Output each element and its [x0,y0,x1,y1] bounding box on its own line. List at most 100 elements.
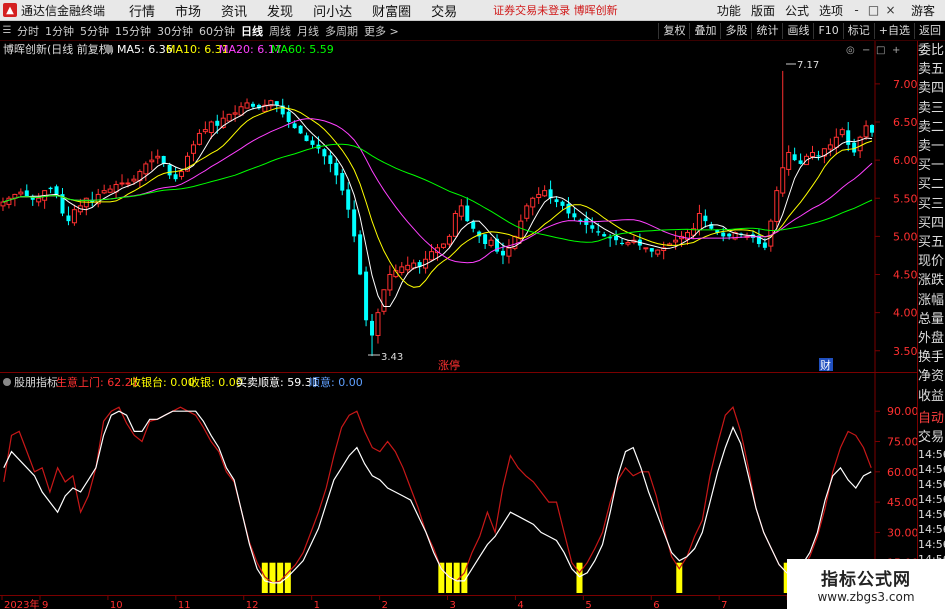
date-label: 2 [382,600,388,609]
login-promo-link[interactable]: 证券交易未登录 博晖创新 [493,2,618,18]
indicator-value-5: 顺意: 0.00 [309,375,363,389]
candle-body [590,225,595,229]
quote-field-list: 委比 卖五 卖四 卖三 卖二 卖一 买一 买二 买三 买四 买五 现价 涨跌 涨幅 总量 外盘 换手 净资 收益 [918,41,945,406]
menu-gongshi[interactable]: 公式 [780,2,814,19]
site-watermark: 指标公式网 www.zbgs3.com [787,559,945,609]
period-multi[interactable]: 多周期 [322,23,361,39]
limit-up-tag[interactable]: 涨停 [438,358,460,372]
expand-icon[interactable]: □ [876,45,885,56]
quote-field: 收益 [918,388,945,404]
menu-banmian[interactable]: 版面 [746,2,780,19]
y-tick-label: 5.50 [893,192,917,205]
guest-login-button[interactable]: 游客 [911,2,935,19]
candle-body [0,201,6,207]
menu-faxian[interactable]: 发现 [257,1,303,20]
menu-caifuquan[interactable]: 财富圈 [362,1,421,20]
period-fenshi[interactable]: 分时 [14,23,42,39]
app-window: ▲ 通达信金融终端 行情 市场 资讯 发现 问小达 财富圈 交易 证券交易未登录… [0,0,945,609]
period-1min[interactable]: 1分钟 [42,23,77,39]
candle-body [827,144,833,150]
period-60min[interactable]: 60分钟 [196,23,238,39]
candle-body [71,209,77,224]
date-label: 4 [517,600,523,609]
candle-body [870,125,875,133]
candle-body [673,239,679,243]
period-weekly[interactable]: 周线 [266,23,294,39]
menu-shichang[interactable]: 市场 [165,1,211,20]
auto-label[interactable]: 自动 [918,409,945,428]
fuquan-button[interactable]: 复权 [658,22,689,39]
plus-icon[interactable]: + [892,45,900,56]
menu-gongneng[interactable]: 功能 [712,2,746,19]
period-30min[interactable]: 30分钟 [154,23,196,39]
period-monthly[interactable]: 月线 [294,23,322,39]
menu-zixun[interactable]: 资讯 [211,1,257,20]
menu-wenxiaoda[interactable]: 问小达 [303,1,362,20]
quote-field: 买四 [918,215,945,231]
indicator-header: 股朋指标 生意上门: 62.21 收银台: 0.00 收银: 0.00 买卖顺意… [3,375,363,389]
close-button[interactable]: × [882,3,899,17]
statistics-button[interactable]: 统计 [751,22,782,39]
toolbar-menu-icon[interactable]: ☰ [0,23,14,39]
ma60-label: MA60: 5.59 [271,43,334,56]
quote-field: 卖四 [918,81,945,97]
candle-body [542,190,548,197]
mark-button[interactable]: 标记 [842,22,874,39]
period-15min[interactable]: 15分钟 [112,23,154,39]
candle-body [488,239,494,246]
minimize-button[interactable]: - [848,3,865,17]
ind-y-tick-label: 60.00 [887,466,917,479]
menu-jiaoyi[interactable]: 交易 [421,1,467,20]
candle-body [440,243,446,248]
add-watchlist-button[interactable]: +自选 [873,22,914,39]
quote-field: 换手 [918,350,945,366]
f10-button[interactable]: F10 [813,22,842,39]
app-logo-icon: ▲ [3,3,17,17]
indicator-settings-icon[interactable] [3,378,11,386]
candle-body [572,213,577,218]
candles [0,70,875,357]
candle-body [536,193,542,199]
period-daily[interactable]: 日线 [238,23,266,39]
indicator-name: 股朋指标 [14,375,58,389]
overlay-button[interactable]: 叠加 [689,22,720,39]
candle-body [500,250,505,256]
draw-line-button[interactable]: 画线 [782,22,813,39]
date-label: 2023年 [4,598,39,609]
logo-glyph: ▲ [6,4,14,16]
trade-time: 14:56 [918,493,945,507]
candle-body [6,197,12,205]
candle-body [863,125,869,138]
kline-svg[interactable]: 7.00 6.50 6.00 5.50 5.00 4.50 4.00 3.50 博晖创新(日线… [0,41,917,372]
multi-stock-button[interactable]: 多股 [720,22,751,39]
candle-body [774,190,780,223]
kline-chart[interactable]: 7.00 6.50 6.00 5.50 5.00 4.50 4.00 3.50 博晖创新(日线… [0,41,917,372]
finance-tag[interactable]: 财 [820,358,831,372]
candle-body [798,160,803,164]
settings-dot-icon[interactable] [105,45,113,53]
candle-body [340,173,345,191]
candle-body [381,289,387,312]
candle-body [560,201,565,206]
candle-body [727,233,732,237]
candle-body [655,249,661,255]
candle-body [786,152,792,170]
candle-body [452,213,458,237]
indicator-chart[interactable]: 90.0075.0060.0045.0030.0015.00 股朋指标 生意上门… [0,372,917,595]
indicator-svg[interactable]: 90.0075.0060.0045.0030.0015.00 股朋指标 生意上门… [0,373,917,595]
date-label: 9 [42,600,48,609]
period-toolbar: ☰ 分时 1分钟 5分钟 15分钟 30分钟 60分钟 日线 周线 月线 多周期… [0,21,945,41]
menu-hangqing[interactable]: 行情 [119,1,165,20]
candle-body [780,167,786,194]
maximize-button[interactable]: □ [865,3,882,17]
quote-field: 卖五 [918,62,945,78]
circle-icon[interactable]: ◎ [846,45,855,56]
back-button[interactable]: 返回 [914,22,945,39]
trade-label[interactable]: 交易 [918,428,945,447]
period-5min[interactable]: 5分钟 [77,23,112,39]
minus-icon[interactable]: − [862,45,870,56]
menu-xuanxiang[interactable]: 选项 [814,2,848,19]
quote-field: 买一 [918,158,945,174]
period-more[interactable]: 更多 > [361,23,402,39]
chart-title: 博晖创新(日线 前复权) [3,42,114,56]
